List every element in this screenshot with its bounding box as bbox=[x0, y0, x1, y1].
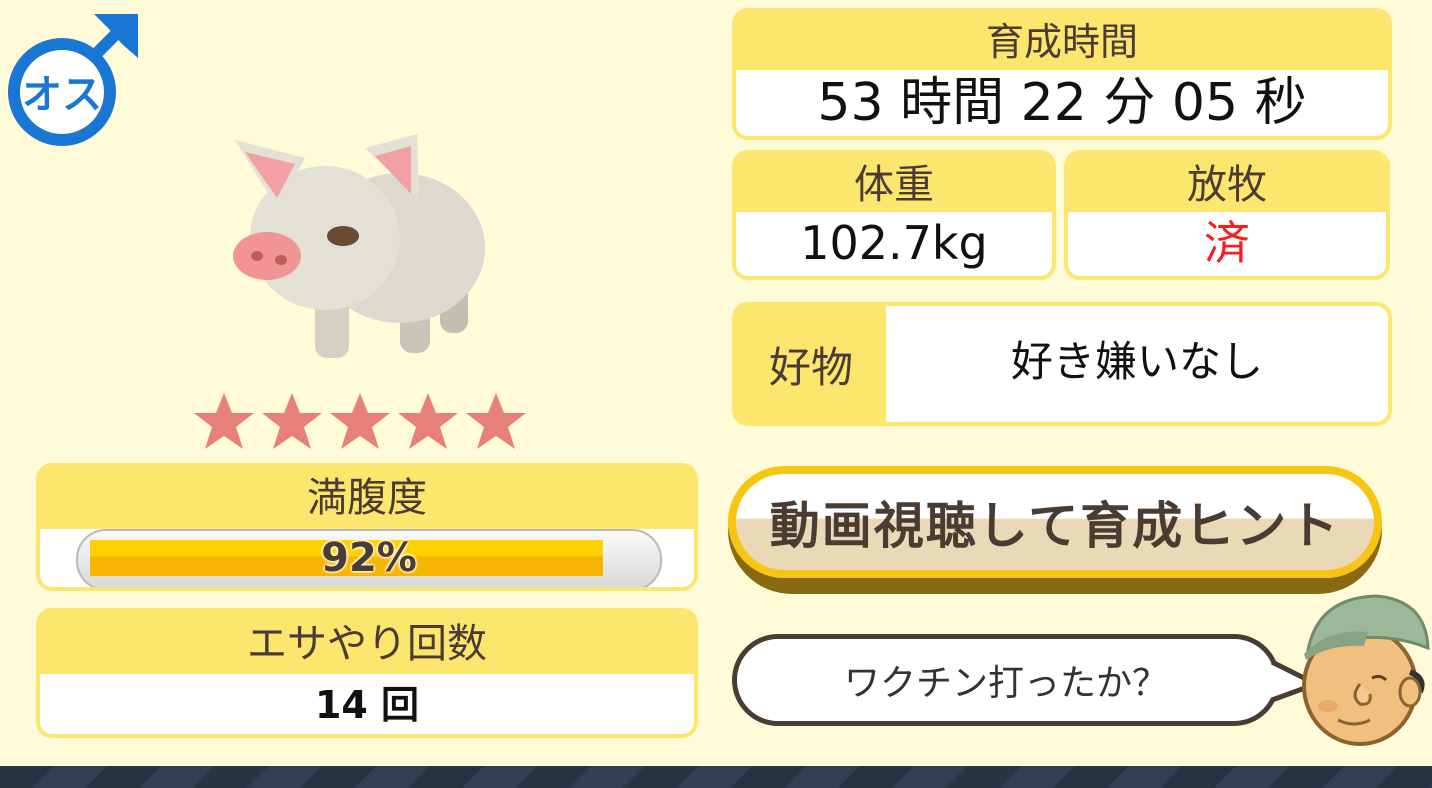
gender-label: オス bbox=[22, 72, 102, 118]
favorite-food-value: 好き嫌いなし bbox=[1010, 336, 1263, 386]
watch-video-hint-button[interactable]: 動画視聴して育成ヒント bbox=[728, 466, 1382, 594]
grazing-panel: 放牧 済 bbox=[1064, 150, 1390, 280]
breeding-time-panel: 育成時間 53 時間 22 分 05 秒 bbox=[732, 8, 1392, 140]
breeding-time-value: 53 時間 22 分 05 秒 bbox=[817, 73, 1307, 133]
grazing-value: 済 bbox=[1204, 216, 1250, 270]
feed-count-title: エサやり回数 bbox=[40, 612, 694, 674]
speech-text: ワクチン打ったか？ bbox=[843, 663, 1168, 704]
feed-count-panel: エサやり回数 14 回 bbox=[36, 608, 698, 738]
star-icon bbox=[398, 393, 458, 449]
satiety-panel: 満腹度 92% bbox=[36, 463, 698, 591]
hint-button-face[interactable]: 動画視聴して育成ヒント bbox=[728, 466, 1382, 578]
star-icon bbox=[194, 393, 254, 449]
pig-icon[interactable] bbox=[215, 118, 490, 373]
hint-button-label: 動画視聴して育成ヒント bbox=[769, 497, 1341, 555]
breeding-time-title: 育成時間 bbox=[736, 12, 1388, 70]
satiety-progress-bar: 92% bbox=[76, 529, 662, 587]
weight-value: 102.7kg bbox=[800, 216, 988, 270]
weight-panel: 体重 102.7kg bbox=[732, 150, 1056, 280]
feed-count-value: 14 回 bbox=[314, 683, 420, 727]
grazing-title: 放牧 bbox=[1068, 154, 1386, 212]
favorite-food-title: 好物 bbox=[736, 306, 886, 422]
rating-stars bbox=[193, 392, 533, 450]
male-gender-icon: オス bbox=[4, 6, 144, 146]
weight-title: 体重 bbox=[736, 154, 1052, 212]
speech-bubble[interactable]: ワクチン打ったか？ bbox=[732, 634, 1280, 726]
star-icon bbox=[330, 393, 390, 449]
star-icon bbox=[262, 393, 322, 449]
farmer-avatar[interactable] bbox=[1298, 588, 1432, 746]
star-icon bbox=[466, 393, 526, 449]
bottom-decorative-strip bbox=[0, 766, 1432, 788]
favorite-food-panel: 好物 好き嫌いなし bbox=[732, 302, 1392, 426]
satiety-title: 満腹度 bbox=[40, 467, 694, 529]
satiety-value: 92% bbox=[321, 535, 417, 581]
